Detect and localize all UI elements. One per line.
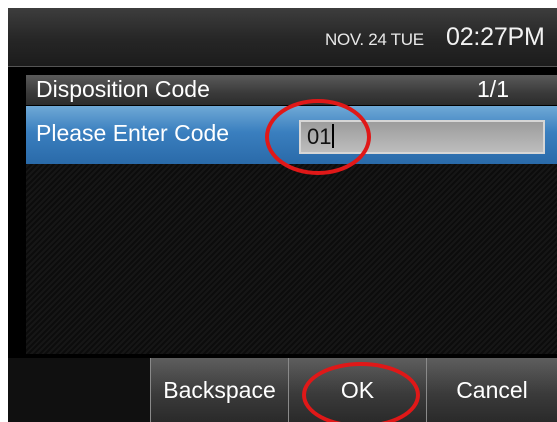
softkey-bar: Backspace OK Cancel [8,358,557,422]
code-field-row[interactable]: Please Enter Code 01 [26,106,557,164]
status-bar: NOV. 24 TUE 02:27PM [8,8,557,67]
code-field-label: Please Enter Code [36,120,230,146]
page-indicator: 1/1 [477,76,509,102]
text-caret [332,124,335,148]
code-input-value: 01 [307,124,332,149]
status-time: 02:27PM [446,23,545,51]
status-date: NOV. 24 TUE [325,30,424,49]
phone-screen: NOV. 24 TUE 02:27PM Disposition Code 1/1… [8,8,557,422]
title-bar: Disposition Code 1/1 [26,75,557,105]
form-area: Please Enter Code 01 [26,106,557,354]
ok-button[interactable]: OK [288,358,426,422]
backspace-button[interactable]: Backspace [150,358,288,422]
code-input[interactable]: 01 [299,120,545,154]
page-title: Disposition Code [36,76,210,102]
cancel-button[interactable]: Cancel [426,358,557,422]
